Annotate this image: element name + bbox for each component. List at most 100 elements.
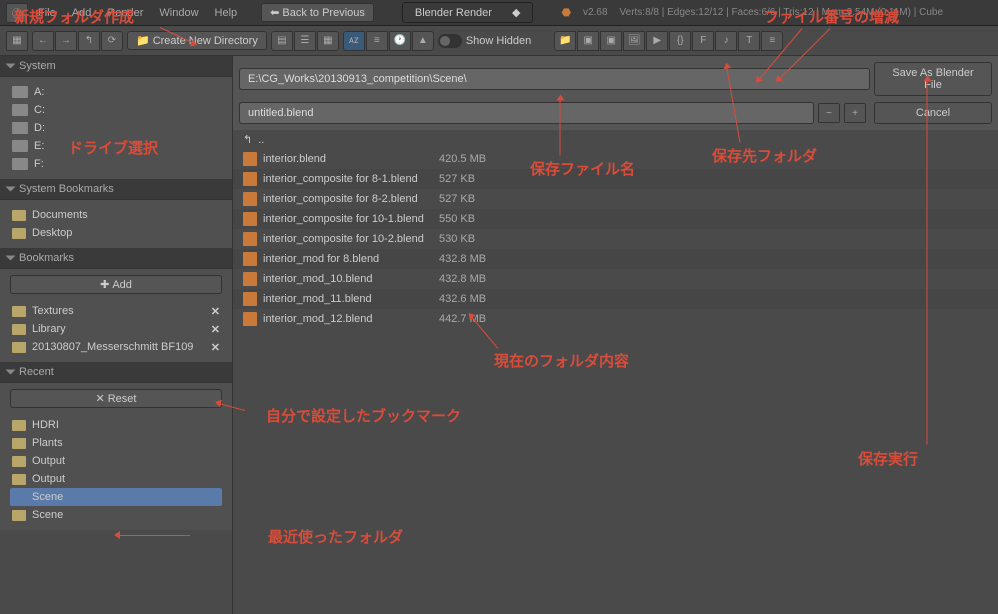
file-size: 432.6 MB: [439, 293, 519, 305]
folder-icon: [12, 306, 26, 317]
recent-item[interactable]: Scene: [10, 488, 222, 506]
file-size: 432.8 MB: [439, 253, 519, 265]
filename-input[interactable]: [239, 102, 814, 124]
recent-item[interactable]: Output: [10, 470, 222, 488]
menu-window[interactable]: Window: [153, 5, 204, 21]
parent-icon: ↰: [243, 133, 252, 146]
content-area: Save As Blender File − + Cancel ↰.. inte…: [233, 56, 998, 614]
filter-sound-icon[interactable]: ♪: [715, 31, 737, 51]
blend-file-icon: [243, 172, 257, 186]
increment-number-icon[interactable]: +: [844, 103, 866, 123]
folder-icon: 📁: [136, 34, 150, 47]
filter-folder-icon[interactable]: 📁: [554, 31, 576, 51]
nav-back-icon[interactable]: ←: [32, 31, 54, 51]
menu-file[interactable]: File: [32, 5, 62, 21]
folder-icon: [12, 210, 26, 221]
remove-bookmark-icon[interactable]: ✕: [211, 305, 220, 318]
reset-recent-button[interactable]: ✕Reset: [10, 389, 222, 408]
show-hidden-toggle[interactable]: [438, 34, 462, 48]
drive-item[interactable]: C:: [10, 101, 222, 119]
filter-image-icon[interactable]: 🖼: [623, 31, 645, 51]
cancel-button[interactable]: Cancel: [874, 102, 992, 124]
sort-alpha-icon[interactable]: ᴀᴢ: [343, 31, 365, 51]
directory-path-input[interactable]: [239, 68, 870, 90]
recent-item[interactable]: Scene: [10, 506, 222, 524]
filter-movie-icon[interactable]: ▶: [646, 31, 668, 51]
menu-help[interactable]: Help: [209, 5, 244, 21]
file-row[interactable]: interior_mod for 8.blend432.8 MB: [233, 249, 998, 269]
file-row[interactable]: interior_composite for 8-1.blend 527 KB: [233, 169, 998, 189]
file-name: interior_composite for 8-1.blend: [263, 173, 433, 185]
bookmark-item[interactable]: Desktop: [10, 224, 222, 242]
recent-item[interactable]: HDRI: [10, 416, 222, 434]
bookmark-item[interactable]: Textures✕: [10, 302, 222, 320]
sort-ext-icon[interactable]: ≡: [366, 31, 388, 51]
editor-type-icon[interactable]: ▦: [6, 31, 28, 51]
plus-icon: ✚: [100, 278, 109, 291]
drive-icon: [12, 158, 28, 170]
display-short-icon[interactable]: ▤: [271, 31, 293, 51]
decrement-number-icon[interactable]: −: [818, 103, 840, 123]
file-size: 550 KB: [439, 213, 519, 225]
recent-item[interactable]: Plants: [10, 434, 222, 452]
file-row[interactable]: interior_mod_10.blend432.8 MB: [233, 269, 998, 289]
nav-refresh-icon[interactable]: ⟳: [101, 31, 123, 51]
blend-file-icon: [243, 152, 257, 166]
bookmark-item[interactable]: Library✕: [10, 320, 222, 338]
x-icon: ✕: [96, 392, 105, 405]
filter-text-icon[interactable]: T: [738, 31, 760, 51]
blend-file-icon: [243, 312, 257, 326]
nav-forward-icon[interactable]: →: [55, 31, 77, 51]
folder-open-icon: [12, 492, 26, 503]
file-row[interactable]: interior_composite for 10-2.blend530 KB: [233, 229, 998, 249]
sidebar: System A: C: D: E: F: System Bookmarks D…: [0, 56, 233, 614]
add-bookmark-button[interactable]: ✚Add: [10, 275, 222, 294]
file-row[interactable]: interior_mod_11.blend432.6 MB: [233, 289, 998, 309]
file-row[interactable]: interior_composite for 8-2.blend527 KB: [233, 189, 998, 209]
file-row[interactable]: interior.blend420.5 MB: [233, 149, 998, 169]
system-panel-header[interactable]: System: [0, 56, 232, 77]
recent-header[interactable]: Recent: [0, 362, 232, 383]
folder-icon: [12, 474, 26, 485]
display-thumb-icon[interactable]: ▦: [317, 31, 339, 51]
bookmark-item[interactable]: 20130807_Messerschmitt BF109✕: [10, 338, 222, 356]
drive-icon: [12, 122, 28, 134]
bookmark-item[interactable]: Documents: [10, 206, 222, 224]
remove-bookmark-icon[interactable]: ✕: [211, 341, 220, 354]
drive-item[interactable]: F:: [10, 155, 222, 173]
save-as-button[interactable]: Save As Blender File: [874, 62, 992, 96]
file-name: interior_composite for 10-2.blend: [263, 233, 433, 245]
filter-all-icon[interactable]: ≡: [761, 31, 783, 51]
drive-item[interactable]: A:: [10, 83, 222, 101]
file-list[interactable]: ↰.. interior.blend420.5 MBinterior_compo…: [233, 130, 998, 614]
menu-add[interactable]: Add: [66, 5, 98, 21]
editor-type-icon[interactable]: ⓘ: [6, 3, 28, 23]
stats-text: Verts:8/8 | Edges:12/12 | Faces:6/6 | Tr…: [620, 7, 944, 18]
back-to-previous-button[interactable]: ⬅Back to Previous: [261, 3, 374, 22]
parent-dir-row[interactable]: ↰..: [233, 130, 998, 149]
drive-item[interactable]: E:: [10, 137, 222, 155]
filter-backup-icon[interactable]: ▣: [600, 31, 622, 51]
create-new-directory-button[interactable]: 📁Create New Directory: [127, 31, 267, 50]
display-list-icon[interactable]: ☰: [294, 31, 316, 51]
drive-item[interactable]: D:: [10, 119, 222, 137]
file-size: 527 KB: [439, 173, 519, 185]
sort-size-icon[interactable]: ▲: [412, 31, 434, 51]
menu-render[interactable]: Render: [101, 5, 149, 21]
remove-bookmark-icon[interactable]: ✕: [211, 323, 220, 336]
file-row[interactable]: interior_mod_12.blend442.7 MB: [233, 309, 998, 329]
filter-font-icon[interactable]: F: [692, 31, 714, 51]
system-bookmarks-header[interactable]: System Bookmarks: [0, 179, 232, 200]
file-name: interior_mod_12.blend: [263, 313, 433, 325]
sort-time-icon[interactable]: 🕐: [389, 31, 411, 51]
filter-script-icon[interactable]: {}: [669, 31, 691, 51]
file-name: interior.blend: [263, 153, 433, 165]
filter-blend-icon[interactable]: ▣: [577, 31, 599, 51]
blend-file-icon: [243, 272, 257, 286]
bookmarks-header[interactable]: Bookmarks: [0, 248, 232, 269]
nav-up-icon[interactable]: ↰: [78, 31, 100, 51]
file-row[interactable]: interior_composite for 10-1.blend550 KB: [233, 209, 998, 229]
render-engine-select[interactable]: Blender Render◆: [402, 2, 534, 23]
blender-logo-icon: ⬣: [561, 6, 571, 19]
recent-item[interactable]: Output: [10, 452, 222, 470]
